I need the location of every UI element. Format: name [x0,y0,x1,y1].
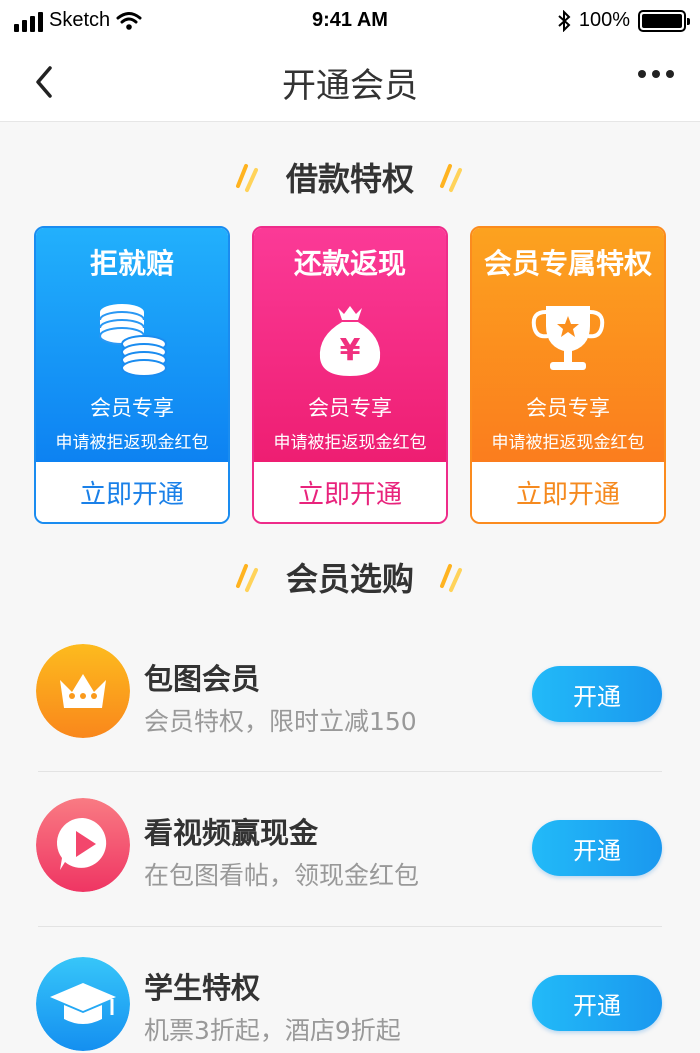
privilege-section-header: 借款特权 [0,152,700,202]
coins-icon [99,304,167,377]
item-title: 包图会员 [144,662,261,696]
list-item-video-cash[interactable]: 看视频赢现金 在包图看帖，领现金红包 开通 [0,772,700,926]
sparkle-left-icon [235,164,258,192]
privilege-section-title: 借款特权 [285,160,414,198]
graduation-cap-icon [36,957,130,1051]
more-dot-icon [638,70,646,78]
item-subtitle: 会员特权，限时立减150 [144,707,417,736]
more-button[interactable] [638,70,674,78]
card-description: 申请被拒返现金红包 [273,433,427,453]
card-title: 还款返现 [293,247,406,280]
card-top: 会员专属特权 会员专享 申请被拒返现金红包 [472,228,664,462]
status-right: 100% [557,9,690,32]
activate-now-button[interactable]: 立即开通 [472,462,664,522]
list-item-student-privilege[interactable]: 学生特权 机票3折起，酒店9折起 开通 [0,927,700,1053]
item-title: 看视频赢现金 [144,816,319,850]
nav-bar: 开通会员 [0,42,700,122]
item-subtitle: 在包图看帖，领现金红包 [144,861,420,890]
list-item-baotu-member[interactable]: 包图会员 会员特权，限时立减150 开通 [0,618,700,772]
card-top: 拒就赔 会员专享 申请被拒返现金红包 [36,228,228,462]
page-title: 开通会员 [282,66,418,106]
privilege-card-repayment-cashback: 还款返现 ¥ 会员专享 申请被拒返现金红包 立即开通 [252,226,448,524]
item-title: 学生特权 [144,971,261,1005]
bluetooth-icon [558,9,571,32]
open-button[interactable]: 开通 [532,975,662,1031]
open-button[interactable]: 开通 [532,820,662,876]
sparkle-right-icon [440,564,462,592]
status-bar: Sketch 9:41 AM 100% [0,0,700,42]
purchase-section-title: 会员选购 [285,560,414,598]
card-title: 拒就赔 [89,247,174,280]
sparkle-left-icon [235,564,258,592]
battery-icon [638,9,690,32]
card-top: 还款返现 ¥ 会员专享 申请被拒返现金红包 [254,228,446,462]
more-dot-icon [652,70,660,78]
purchase-section-header: 会员选购 [0,552,700,602]
activate-now-button[interactable]: 立即开通 [36,462,228,522]
item-subtitle: 机票3折起，酒店9折起 [144,1016,401,1045]
card-description: 申请被拒返现金红包 [491,433,645,453]
open-button[interactable]: 开通 [532,666,662,722]
card-subtitle: 会员专享 [526,396,610,420]
card-subtitle: 会员专享 [90,396,174,420]
play-icon [36,798,130,892]
activate-now-button[interactable]: 立即开通 [254,462,446,522]
trophy-icon [531,306,605,370]
sparkle-right-icon [440,164,462,192]
battery-percent: 100% [578,9,630,31]
card-subtitle: 会员专享 [308,396,392,420]
crown-icon [36,644,130,738]
card-description: 申请被拒返现金红包 [55,433,209,453]
privilege-card-refuse-compensation: 拒就赔 会员专享 申请被拒返现金红包 立即开通 [34,226,230,524]
more-dot-icon [666,70,674,78]
money-bag-icon: ¥ [319,306,381,376]
privilege-card-exclusive: 会员专属特权 会员专享 申请被拒返现金红包 立即开通 [470,226,666,524]
money-bag-symbol: ¥ [340,333,361,368]
card-title: 会员专属特权 [483,247,652,280]
